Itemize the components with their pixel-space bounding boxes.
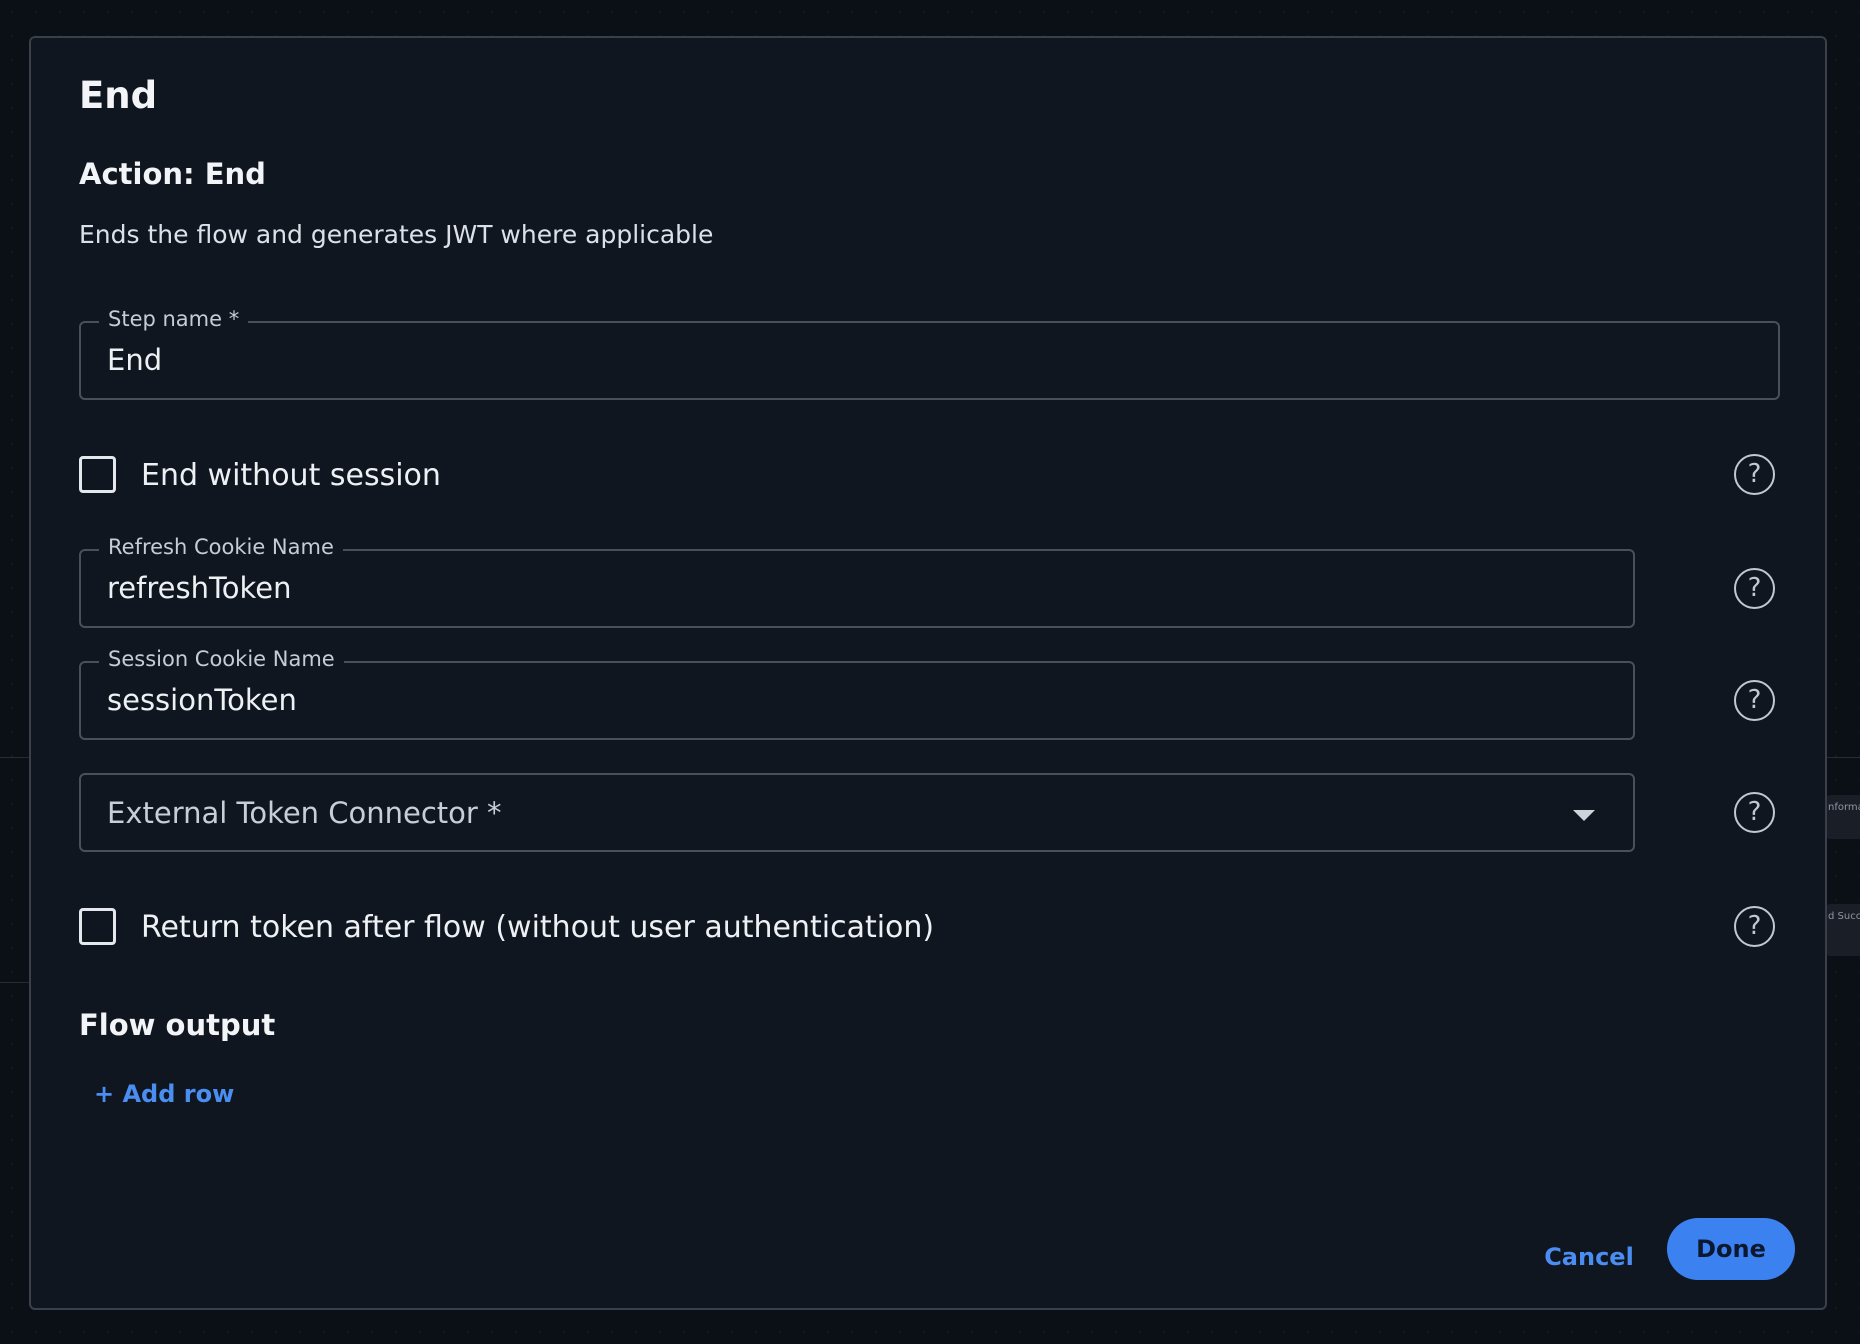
return-token-after-flow-label[interactable]: Return token after flow (without user au… — [141, 910, 934, 945]
return-token-after-flow-checkbox[interactable] — [79, 908, 116, 945]
help-icon[interactable]: ? — [1734, 680, 1775, 721]
help-icon-glyph: ? — [1747, 797, 1762, 827]
step-name-input[interactable] — [107, 343, 1550, 377]
end-step-dialog: End Action: End Ends the flow and genera… — [29, 36, 1827, 1310]
refresh-cookie-name-label: Refresh Cookie Name — [99, 535, 343, 559]
help-icon-glyph: ? — [1747, 685, 1762, 715]
return-token-after-flow-row[interactable]: Return token after flow (without user au… — [79, 908, 979, 948]
canvas-edge-line — [0, 757, 30, 758]
help-icon[interactable]: ? — [1734, 568, 1775, 609]
canvas-node-label: nformat — [1828, 802, 1860, 813]
dialog-title: End — [79, 74, 158, 117]
step-name-field: Step name * — [79, 307, 1780, 400]
end-without-session-label[interactable]: End without session — [141, 458, 441, 493]
session-cookie-name-input[interactable] — [107, 683, 1427, 717]
session-cookie-name-field: Session Cookie Name — [79, 647, 1635, 740]
step-name-label: Step name * — [99, 307, 249, 331]
help-icon-glyph: ? — [1747, 911, 1762, 941]
add-row-button[interactable]: + Add row — [94, 1080, 234, 1108]
canvas-edge-line — [1826, 757, 1860, 758]
cancel-button[interactable]: Cancel — [1539, 1232, 1639, 1282]
done-button[interactable]: Done — [1667, 1218, 1795, 1280]
canvas-node: d Succ — [1826, 904, 1860, 956]
external-token-connector-select[interactable]: External Token Connector * — [79, 773, 1635, 852]
help-icon[interactable]: ? — [1734, 454, 1775, 495]
action-description: Ends the flow and generates JWT where ap… — [79, 220, 714, 249]
refresh-cookie-name-input[interactable] — [107, 571, 1427, 605]
canvas-node: nformat — [1826, 795, 1860, 839]
help-icon[interactable]: ? — [1734, 906, 1775, 947]
external-token-connector-placeholder: External Token Connector * — [107, 796, 502, 830]
help-icon-glyph: ? — [1747, 459, 1762, 489]
help-icon-glyph: ? — [1747, 573, 1762, 603]
action-title: Action: End — [79, 157, 266, 191]
refresh-cookie-name-field: Refresh Cookie Name — [79, 535, 1635, 628]
help-icon[interactable]: ? — [1734, 792, 1775, 833]
canvas-edge-line — [0, 982, 30, 983]
flow-output-title: Flow output — [79, 1008, 276, 1042]
chevron-down-icon — [1573, 810, 1595, 821]
canvas-node-label: d Succ — [1828, 911, 1860, 922]
session-cookie-name-label: Session Cookie Name — [99, 647, 344, 671]
end-without-session-checkbox[interactable] — [79, 456, 116, 493]
end-without-session-row[interactable]: End without session — [79, 456, 579, 496]
